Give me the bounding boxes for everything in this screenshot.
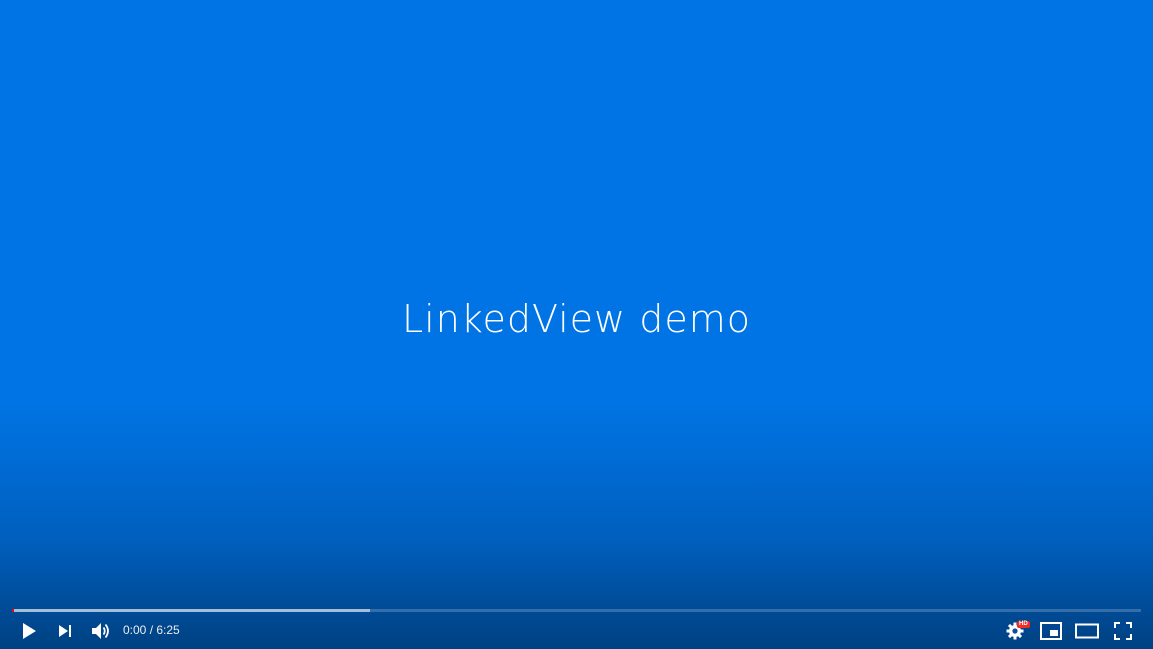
theater-mode-button[interactable] [1072, 614, 1102, 648]
hd-badge: HD [1017, 621, 1030, 628]
next-icon [59, 625, 71, 637]
next-button[interactable] [50, 614, 80, 648]
video-player: LinkedView demo 0:00 / 6:25 HD [0, 0, 1153, 649]
miniplayer-icon [1040, 622, 1062, 640]
player-controls: 0:00 / 6:25 HD [0, 614, 1153, 648]
play-button[interactable] [14, 614, 44, 648]
volume-icon [92, 623, 109, 639]
time-separator: / [146, 623, 157, 637]
current-time: 0:00 [123, 623, 147, 637]
mute-button[interactable] [86, 614, 116, 648]
progress-played [12, 609, 14, 612]
duration: 6:25 [156, 623, 180, 637]
progress-buffered [12, 609, 370, 612]
fullscreen-icon [1114, 622, 1132, 640]
progress-bar[interactable] [12, 609, 1141, 612]
time-display: 0:00 / 6:25 [123, 614, 180, 648]
miniplayer-button[interactable] [1036, 614, 1066, 648]
play-icon [23, 623, 36, 639]
settings-button[interactable]: HD [1000, 614, 1030, 648]
theater-mode-icon [1075, 623, 1099, 639]
video-title-card: LinkedView demo [402, 297, 751, 341]
fullscreen-button[interactable] [1108, 614, 1138, 648]
